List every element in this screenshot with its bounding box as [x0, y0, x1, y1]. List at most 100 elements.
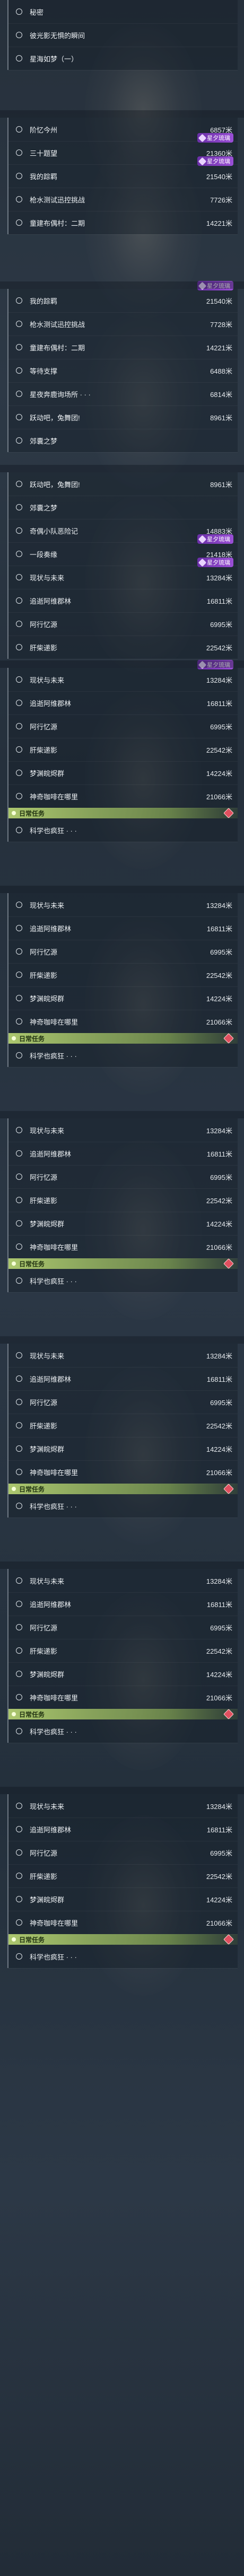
list-item[interactable]: 神奇咖啡在哪里 21066米 — [8, 1460, 238, 1484]
radio-circle-icon[interactable] — [16, 504, 22, 510]
list-item[interactable]: 童建布偶村：二期 14221米 — [8, 336, 238, 359]
list-item[interactable]: 现状与未来 13284米 — [8, 1794, 238, 1818]
radio-circle-icon[interactable] — [16, 972, 22, 978]
list-item[interactable]: 追逝阿维郡林 16811米 — [8, 916, 238, 940]
radio-circle-icon[interactable] — [16, 574, 22, 580]
radio-circle-icon[interactable] — [16, 1601, 22, 1607]
list-item[interactable]: 彼光影无惧的瞬间 — [8, 23, 238, 47]
radio-circle-icon[interactable] — [16, 527, 22, 534]
radio-circle-icon[interactable] — [16, 1197, 22, 1203]
radio-circle-icon[interactable] — [16, 1352, 22, 1358]
list-item[interactable]: 科学也疯狂 · · · — [8, 818, 238, 842]
list-item[interactable]: 星夜奔鹿询场所 · · · 6814米 — [8, 382, 238, 406]
radio-circle-icon[interactable] — [16, 1277, 22, 1284]
radio-circle-icon[interactable] — [16, 344, 22, 350]
radio-circle-icon[interactable] — [16, 1849, 22, 1856]
list-item[interactable]: 追逝阿维郡林 16811米 — [8, 589, 238, 613]
radio-circle-icon[interactable] — [16, 55, 22, 61]
radio-circle-icon[interactable] — [16, 196, 22, 202]
radio-circle-icon[interactable] — [16, 1826, 22, 1832]
list-item[interactable]: 科学也疯狂 · · · — [8, 1269, 238, 1293]
radio-circle-icon[interactable] — [16, 126, 22, 133]
list-item[interactable]: 阿行忆源 6995米 — [8, 1841, 238, 1865]
radio-circle-icon[interactable] — [16, 391, 22, 397]
radio-circle-icon[interactable] — [16, 700, 22, 706]
list-item[interactable]: 肝柴递影 22542米 — [8, 1864, 238, 1888]
radio-circle-icon[interactable] — [16, 597, 22, 604]
radio-circle-icon[interactable] — [16, 1399, 22, 1405]
list-item[interactable]: 追逝阿维郡林 16811米 — [8, 1592, 238, 1616]
list-item[interactable]: 肝柴递影 22542米 — [8, 963, 238, 987]
radio-circle-icon[interactable] — [16, 1018, 22, 1025]
list-item[interactable]: 肝柴递影 22542米 — [8, 1414, 238, 1437]
radio-circle-icon[interactable] — [16, 149, 22, 156]
list-item[interactable]: 现状与未来 13284米 星夕琉璃 — [8, 660, 238, 692]
radio-circle-icon[interactable] — [16, 995, 22, 1001]
list-item[interactable]: 枪水测试迅控挑战 7728米 — [8, 312, 238, 336]
radio-circle-icon[interactable] — [16, 723, 22, 729]
radio-circle-icon[interactable] — [16, 1896, 22, 1902]
radio-circle-icon[interactable] — [16, 1445, 22, 1452]
list-item[interactable]: 现状与未来 13284米 — [8, 893, 238, 917]
list-item[interactable]: 现状与未来 13284米 — [8, 1569, 238, 1593]
radio-circle-icon[interactable] — [16, 414, 22, 420]
list-item[interactable]: 科学也疯狂 · · · — [8, 1945, 238, 1969]
radio-circle-icon[interactable] — [16, 219, 22, 226]
radio-circle-icon[interactable] — [16, 32, 22, 38]
list-item[interactable]: 肝柴递影 22542米 — [8, 738, 238, 762]
radio-circle-icon[interactable] — [16, 1052, 22, 1058]
list-item[interactable]: 阿行忆源 6995米 — [8, 1616, 238, 1639]
radio-circle-icon[interactable] — [16, 297, 22, 304]
list-item[interactable]: 梦渊皖烬群 14224米 — [8, 761, 238, 785]
list-item[interactable]: 科学也疯狂 · · · — [8, 1044, 238, 1068]
radio-circle-icon[interactable] — [16, 173, 22, 179]
list-item[interactable]: 肝柴递影 22542米 — [8, 1188, 238, 1212]
list-item[interactable]: 梦渊皖烬群 14224米 — [8, 1437, 238, 1461]
radio-circle-icon[interactable] — [16, 1919, 22, 1926]
radio-circle-icon[interactable] — [16, 1953, 22, 1960]
list-item[interactable]: 梦渊皖烬群 14224米 — [8, 1662, 238, 1686]
list-item[interactable]: 等待支撑 6488米 — [8, 359, 238, 383]
radio-circle-icon[interactable] — [16, 793, 22, 799]
radio-circle-icon[interactable] — [16, 1469, 22, 1475]
list-item[interactable]: 追逝阿维郡林 16811米 — [8, 691, 238, 715]
radio-circle-icon[interactable] — [16, 1671, 22, 1677]
radio-circle-icon[interactable] — [16, 1174, 22, 1180]
radio-circle-icon[interactable] — [16, 621, 22, 627]
list-item[interactable]: 现状与未来 13284米 — [8, 1344, 238, 1368]
list-item[interactable]: 神奇咖啡在哪里 21066米 — [8, 1010, 238, 1034]
list-item[interactable]: 阿行忆源 6995米 — [8, 1390, 238, 1414]
radio-circle-icon[interactable] — [16, 1647, 22, 1654]
list-item[interactable]: 我的踪羁 21540米 星夕琉璃 — [8, 281, 238, 313]
list-item[interactable]: 科学也疯狂 · · · — [8, 1719, 238, 1743]
radio-circle-icon[interactable] — [16, 1150, 22, 1157]
radio-circle-icon[interactable] — [16, 1624, 22, 1630]
radio-circle-icon[interactable] — [16, 1577, 22, 1584]
list-item[interactable]: 现状与未来 13284米 星夕琉璃 — [8, 558, 238, 589]
list-item[interactable]: 跃动吧，兔舞团! 8961米 — [8, 472, 238, 496]
list-item[interactable]: 神奇咖啡在哪里 21066米 — [8, 1235, 238, 1259]
list-item[interactable]: 梦渊皖烬群 14224米 — [8, 1212, 238, 1236]
list-item[interactable]: 肝柴递影 22542米 — [8, 636, 238, 659]
list-item[interactable]: 追逝阿维郡林 16811米 — [8, 1818, 238, 1841]
list-item[interactable]: 科学也疯狂 · · · — [8, 1494, 238, 1518]
list-item[interactable]: 阿行忆源 6995米 — [8, 1165, 238, 1189]
radio-circle-icon[interactable] — [16, 1243, 22, 1250]
list-item[interactable]: 郊囊之梦 — [8, 496, 238, 519]
list-item[interactable]: 星海如梦（一） — [8, 47, 238, 70]
list-item[interactable]: 肝柴递影 22542米 — [8, 1639, 238, 1663]
radio-circle-icon[interactable] — [16, 827, 22, 833]
radio-circle-icon[interactable] — [16, 481, 22, 487]
radio-circle-icon[interactable] — [16, 1127, 22, 1133]
list-item[interactable]: 追逝阿维郡林 16811米 — [8, 1367, 238, 1391]
radio-circle-icon[interactable] — [16, 1803, 22, 1809]
radio-circle-icon[interactable] — [16, 770, 22, 776]
list-item[interactable]: 追逝阿维郡林 16811米 — [8, 1142, 238, 1166]
radio-circle-icon[interactable] — [16, 1694, 22, 1700]
radio-circle-icon[interactable] — [16, 948, 22, 955]
list-item[interactable]: 跃动吧，兔舞团! 8961米 — [8, 405, 238, 429]
list-item[interactable]: 枪水测试迅控挑战 7726米 — [8, 188, 238, 211]
list-item[interactable]: 现状与未来 13284米 — [8, 1118, 238, 1142]
radio-circle-icon[interactable] — [16, 321, 22, 327]
radio-circle-icon[interactable] — [16, 1728, 22, 1734]
